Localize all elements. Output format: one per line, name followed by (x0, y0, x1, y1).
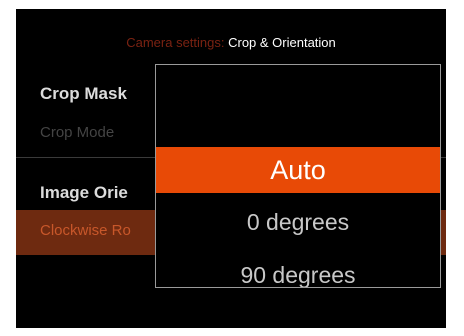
settings-row-crop-mode[interactable]: Crop Mode (40, 124, 114, 141)
settings-row-label: Clockwise Ro (40, 222, 131, 239)
option-auto[interactable]: Auto (156, 147, 440, 193)
camera-settings-screen: Camera settings: Crop & Orientation Crop… (16, 9, 446, 328)
option-90-degrees[interactable]: 90 degrees (156, 252, 440, 287)
section-title-crop-mask: Crop Mask (40, 84, 127, 103)
page-title-prefix: Camera settings: (126, 35, 225, 50)
option-picker-popup[interactable]: Auto 0 degrees 90 degrees (155, 64, 441, 288)
page-title-text: Crop & Orientation (228, 35, 336, 50)
option-0-degrees[interactable]: 0 degrees (156, 199, 440, 245)
page-title: Camera settings: Crop & Orientation (16, 35, 446, 50)
section-title-image-orientation: Image Orie (40, 183, 128, 202)
